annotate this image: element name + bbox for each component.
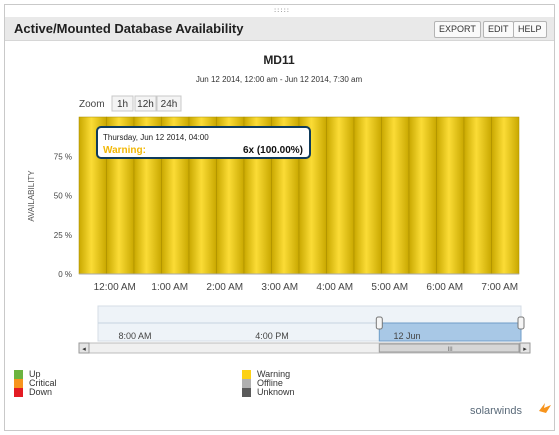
x-tick-label: 1:00 AM [151, 282, 188, 293]
solarwinds-flame-icon [539, 403, 551, 413]
zoom-24h-label: 24h [161, 99, 178, 110]
solarwinds-logo: solarwinds [470, 405, 522, 417]
bar-630am [436, 116, 465, 275]
zoom-1h-label: 1h [117, 99, 128, 110]
legend-label: Down [29, 387, 53, 397]
tooltip-value: 6x (100.00%) [243, 145, 303, 156]
x-tick-label: 12:00 AM [94, 282, 136, 293]
legend-swatch [242, 388, 251, 397]
bar-730am [491, 116, 520, 275]
y-axis-label: AVAILABILITY [27, 170, 36, 222]
scroll-right-icon: ▸ [523, 346, 527, 353]
y-tick-label: 75 % [54, 152, 72, 161]
bar-430am [326, 116, 355, 275]
x-tick-label: 5:00 AM [371, 282, 408, 293]
x-tick-label: 2:00 AM [206, 282, 243, 293]
bar-700am [463, 116, 492, 275]
y-tick-label: 0 % [58, 270, 72, 279]
scroll-grip-icon: III [448, 347, 453, 353]
zoom-12h-label: 12h [137, 99, 154, 110]
legend-swatch [242, 379, 251, 388]
navigator-left-handle[interactable] [375, 316, 383, 330]
legend-swatch [14, 388, 23, 397]
x-tick-label: 6:00 AM [426, 282, 463, 293]
legend-label: Unknown [257, 387, 295, 397]
y-tick-label: 50 % [54, 192, 72, 201]
x-tick-label: 7:00 AM [481, 282, 518, 293]
y-tick-label: 25 % [54, 231, 72, 240]
navigator-tick-label: 4:00 PM [255, 331, 289, 341]
legend-swatch [14, 370, 23, 379]
chart-subtitle: Jun 12 2014, 12:00 am - Jun 12 2014, 7:3… [196, 75, 363, 84]
legend-swatch [242, 370, 251, 379]
x-tick-label: 3:00 AM [261, 282, 298, 293]
navigator-right-handle[interactable] [517, 316, 525, 330]
bar-530am [381, 116, 410, 275]
chart-title: MD11 [263, 53, 295, 67]
legend-swatch [14, 379, 23, 388]
zoom-label: Zoom [79, 99, 105, 110]
navigator-tick-label: 8:00 AM [118, 331, 151, 341]
tooltip-date: Thursday, Jun 12 2014, 04:00 [103, 133, 209, 142]
navigator-tick-label: 12 Jun [393, 331, 420, 341]
x-tick-label: 4:00 AM [316, 282, 353, 293]
bar-600am [408, 116, 437, 275]
legend-item-unknown: Unknown [242, 388, 295, 397]
legend-right: Warning Offline Unknown [242, 370, 295, 397]
legend-item-down: Down [14, 388, 57, 397]
tooltip-label: Warning: [103, 145, 146, 156]
legend-left: Up Critical Down [14, 370, 57, 397]
scroll-left-icon: ◂ [82, 346, 86, 353]
bar-500am [353, 116, 382, 275]
